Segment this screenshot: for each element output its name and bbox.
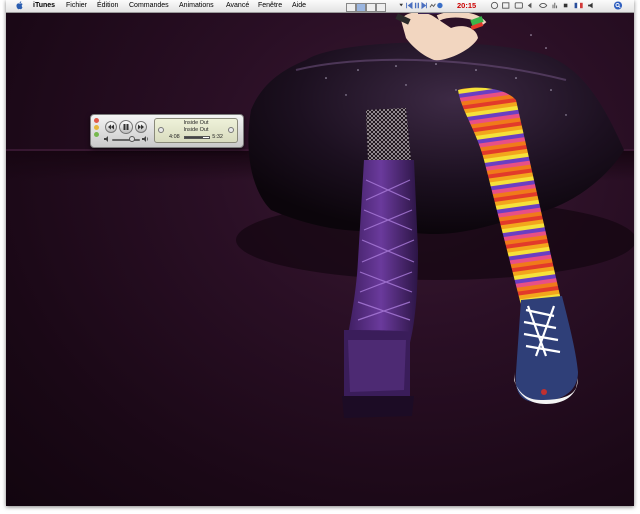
space-2-icon[interactable] (356, 3, 366, 12)
menu-app-name[interactable]: iTunes (33, 1, 55, 11)
now-playing-display[interactable]: Inside Out Inside Out 4:08 5:32 (154, 118, 238, 143)
previous-track-button[interactable] (105, 121, 117, 133)
menu-clock[interactable]: 20:15 (457, 1, 476, 11)
space-4-icon[interactable] (376, 3, 386, 12)
speaker-high-icon (142, 136, 149, 142)
volume-slider-knob[interactable] (128, 136, 135, 142)
status-menu-extras[interactable] (484, 1, 604, 10)
next-track-button[interactable] (135, 121, 147, 133)
space-1-icon[interactable] (346, 3, 356, 12)
previous-track-icon (108, 124, 114, 130)
space-3-icon[interactable] (366, 3, 376, 12)
menu-fenetre[interactable]: Fenêtre (258, 1, 282, 11)
window-close-button[interactable] (94, 118, 99, 123)
desktop-wallpaper-illustration (236, 0, 634, 418)
now-playing-title: Inside Out (183, 120, 209, 126)
screen: iTunes Fichier Édition Commandes Animati… (6, 0, 634, 506)
speaker-low-icon (104, 136, 108, 142)
volume-slider-track[interactable] (112, 139, 140, 141)
spaces-menu-extra[interactable] (346, 1, 394, 12)
menu-animations[interactable]: Animations (179, 1, 214, 11)
window-minimize-button[interactable] (94, 125, 99, 130)
itunes-mini-player[interactable]: Inside Out Inside Out 4:08 5:32 (90, 114, 244, 148)
next-track-icon (138, 124, 144, 130)
apple-icon[interactable] (16, 1, 24, 10)
menu-avance[interactable]: Avancé (226, 1, 249, 11)
itunes-controls-menu-extra[interactable] (396, 1, 446, 10)
playback-progress-fill (185, 137, 203, 138)
playback-progress-bar[interactable] (184, 136, 210, 139)
menu-bar: iTunes Fichier Édition Commandes Animati… (6, 0, 634, 13)
elapsed-time: 4:08 (169, 134, 180, 140)
menu-fichier[interactable]: Fichier (66, 1, 87, 11)
now-playing-artist: Inside Out (183, 127, 209, 133)
pause-icon (123, 124, 129, 130)
menu-aide[interactable]: Aide (292, 1, 306, 11)
menu-commandes[interactable]: Commandes (129, 1, 169, 11)
total-time: 5:32 (212, 134, 223, 140)
spotlight-icon[interactable] (612, 1, 624, 10)
window-zoom-button[interactable] (94, 132, 99, 137)
menu-edition[interactable]: Édition (97, 1, 118, 11)
play-pause-button[interactable] (119, 120, 133, 134)
